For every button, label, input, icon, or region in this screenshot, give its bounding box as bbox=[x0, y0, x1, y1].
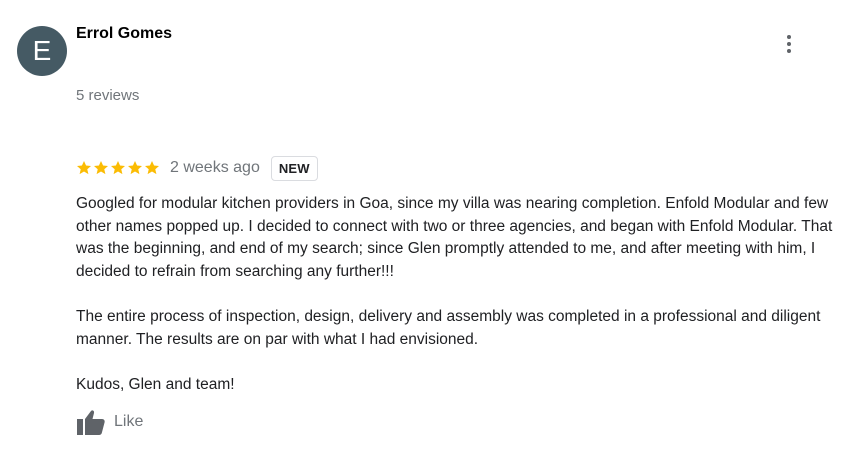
more-options-button[interactable] bbox=[777, 32, 801, 56]
review-paragraph: Googled for modular kitchen providers in… bbox=[76, 195, 833, 280]
new-badge: NEW bbox=[270, 155, 318, 181]
star-icon bbox=[77, 161, 91, 175]
review-paragraph: The entire process of inspection, design… bbox=[76, 308, 821, 348]
avatar-initial: E bbox=[32, 35, 52, 66]
more-vert-icon-dot bbox=[787, 42, 791, 46]
reviews-count: 5 reviews bbox=[76, 87, 140, 104]
thumbs-up-icon bbox=[76, 408, 106, 436]
like-button[interactable]: Like bbox=[76, 408, 143, 436]
review-text: Googled for modular kitchen providers in… bbox=[76, 193, 846, 420]
rating-row: 2 weeks ago NEW bbox=[76, 154, 318, 182]
reviewer-name[interactable]: Errol Gomes bbox=[76, 25, 172, 43]
star-icon bbox=[94, 161, 108, 175]
star-icon bbox=[145, 161, 159, 175]
more-vert-icon-dot bbox=[787, 49, 791, 53]
star-rating bbox=[76, 160, 160, 176]
like-label: Like bbox=[114, 413, 144, 430]
more-vert-icon bbox=[787, 35, 791, 39]
avatar[interactable]: E bbox=[17, 26, 67, 76]
star-icon bbox=[111, 161, 125, 175]
star-icon bbox=[128, 161, 142, 175]
review-time: 2 weeks ago bbox=[170, 159, 260, 176]
review-paragraph: Kudos, Glen and team! bbox=[76, 376, 235, 393]
